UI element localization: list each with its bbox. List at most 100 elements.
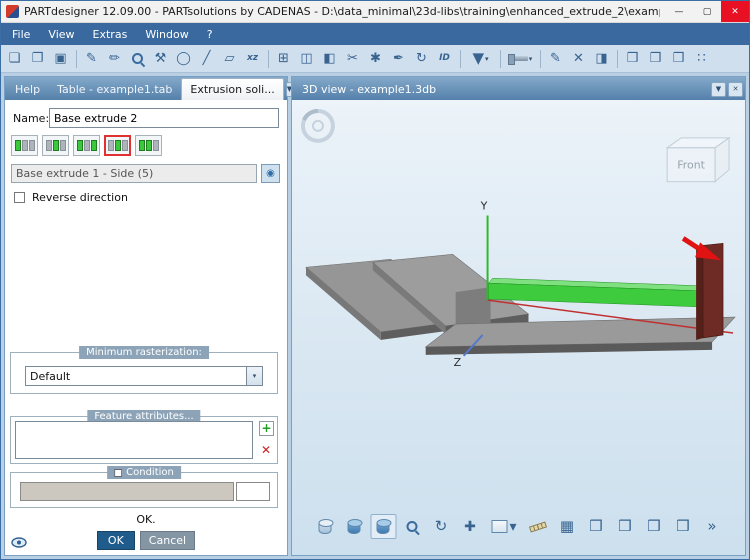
cube-icon-2: ❒	[676, 519, 689, 534]
ok-button[interactable]: OK	[97, 531, 135, 550]
chevron-down-icon[interactable]: ▾	[246, 367, 262, 385]
menu-bar: File View Extras Window ?	[1, 23, 749, 45]
maximize-button[interactable]: ▢	[693, 1, 721, 22]
right-tab-bar: 3D view - example1.3db ▼ ✕	[292, 77, 745, 100]
extrude-mode-4-button[interactable]	[104, 135, 131, 156]
zoom-selection-button[interactable]	[127, 47, 149, 70]
plane-xz-button[interactable]: xz	[242, 47, 264, 70]
tab-extrusion-solid[interactable]: Extrusion soli...	[181, 78, 283, 100]
pick-reference-button[interactable]: ◉	[261, 164, 280, 183]
pin-tool-button[interactable]: ✒	[388, 47, 410, 70]
extrude-mode-5-button[interactable]	[135, 135, 162, 156]
rotate-tool-button[interactable]: ↻	[411, 47, 433, 70]
left-tab-bar: Help Table - example1.tab Extrusion soli…	[5, 77, 287, 100]
dimension-window-button[interactable]: ◫	[296, 47, 318, 70]
save-icon: ▣	[54, 52, 66, 65]
add-attribute-button[interactable]: +	[259, 421, 274, 436]
attribute-window-button[interactable]: ◧	[319, 47, 341, 70]
delete-x-icon: ✕	[573, 52, 584, 65]
menu-window[interactable]: Window	[136, 23, 197, 45]
preview-eye-icon[interactable]	[11, 537, 27, 548]
iso-view-button[interactable]: ❒	[670, 514, 696, 539]
pan-view-button[interactable]: ✚	[457, 514, 483, 539]
cancel-button[interactable]: Cancel	[140, 531, 195, 550]
feature-attributes-input[interactable]	[15, 421, 253, 459]
cut-tool-button[interactable]: ✂	[342, 47, 364, 70]
cube-blue-icon: ❒	[650, 52, 662, 65]
pen-icon: ✒	[393, 52, 404, 65]
confirm-window-button[interactable]: ◨	[591, 47, 613, 70]
sketch-plane-button[interactable]: ▱	[219, 47, 241, 70]
box-blue-button[interactable]: ❒	[612, 514, 638, 539]
validation-status: OK.	[5, 513, 287, 526]
id-tool-button[interactable]: ID	[434, 47, 456, 70]
view-cube[interactable]: Front	[667, 138, 729, 182]
tools-button[interactable]: ⚒	[150, 47, 172, 70]
annotation-button[interactable]: ✱	[365, 47, 387, 70]
view3d-menu-button[interactable]: ▼	[711, 82, 726, 97]
condition-value-field[interactable]	[236, 482, 270, 501]
dots-grid-icon: ∷	[697, 52, 705, 65]
grid-points-button[interactable]: ∷	[691, 47, 713, 70]
edit-sketch-button[interactable]: ✎	[81, 47, 103, 70]
min-rasterization-combobox[interactable]: Default ▾	[25, 366, 263, 386]
extrude-mode-2-button[interactable]	[42, 135, 69, 156]
menu-extras[interactable]: Extras	[84, 23, 137, 45]
tab-table-example1[interactable]: Table - example1.tab	[49, 78, 180, 100]
window-icon: ◫	[300, 52, 312, 65]
magnifier-icon	[405, 520, 419, 534]
direction-dropdown-button[interactable]: ▼▾	[465, 47, 496, 70]
wireframe-view-button[interactable]: ❒	[668, 47, 690, 70]
new-document-button[interactable]: ❏	[4, 47, 26, 70]
condition-checkbox[interactable]	[114, 469, 122, 477]
section-view-button[interactable]: ❒	[641, 514, 667, 539]
view3d-close-button[interactable]: ✕	[728, 82, 743, 97]
tab-3d-view[interactable]: 3D view - example1.3db	[294, 78, 444, 100]
sketch-circle-button[interactable]: ◯	[173, 47, 195, 70]
scissors-icon: ✂	[347, 52, 358, 65]
menu-file[interactable]: File	[3, 23, 39, 45]
pan-cross-icon: ✚	[464, 520, 476, 534]
delete-feature-button[interactable]: ✕	[568, 47, 590, 70]
thread-tool-button[interactable]: ▾	[505, 47, 536, 70]
edit-variables-button[interactable]: ✏	[104, 47, 126, 70]
tab-help[interactable]: Help	[7, 78, 48, 100]
cylinder-view-3-button[interactable]	[370, 514, 396, 539]
more-views-button[interactable]: »	[699, 514, 725, 539]
name-input[interactable]	[49, 108, 279, 128]
toolbar-separator	[76, 50, 77, 68]
zoom-view-button[interactable]	[399, 514, 425, 539]
close-button[interactable]: ✕	[721, 1, 749, 22]
orbit-compass-icon	[303, 111, 333, 141]
menu-view[interactable]: View	[39, 23, 83, 45]
condition-input-disabled	[20, 482, 234, 501]
minimize-button[interactable]: —	[665, 1, 693, 22]
box-orange-button[interactable]: ❒	[583, 514, 609, 539]
extrude-glyph-block	[15, 140, 21, 151]
save-button[interactable]: ▣	[50, 47, 72, 70]
box-orange-icon: ❒	[589, 519, 602, 534]
measure-button[interactable]	[525, 514, 551, 539]
solid-view-button[interactable]: ❒	[622, 47, 644, 70]
edit-feature-button[interactable]: ✎	[545, 47, 567, 70]
table-editor-button[interactable]: ⊞	[273, 47, 295, 70]
toolbar-separator	[617, 50, 618, 68]
cylinder-view-2-button[interactable]	[341, 514, 367, 539]
cylinder-view-1-button[interactable]	[312, 514, 338, 539]
3d-viewport[interactable]: Front	[292, 100, 745, 555]
table-icon: ⊞	[278, 52, 289, 65]
orbit-icon: ↻	[435, 519, 448, 534]
menu-help[interactable]: ?	[198, 23, 222, 45]
sketch-line-button[interactable]: ╱	[196, 47, 218, 70]
remove-attribute-button[interactable]: ✕	[259, 443, 273, 457]
extrude-mode-1-button[interactable]	[11, 135, 38, 156]
orbit-view-button[interactable]: ↻	[428, 514, 454, 539]
extrude-mode-3-button[interactable]	[73, 135, 100, 156]
extrude-glyph-block	[53, 140, 59, 151]
reverse-direction-checkbox[interactable]	[14, 192, 25, 203]
open-project-button[interactable]: ❐	[27, 47, 49, 70]
mesh-view-button[interactable]: ▦	[554, 514, 580, 539]
extrude-glyph-block	[146, 140, 152, 151]
input-mode-button[interactable]: ▾	[486, 514, 522, 539]
shaded-view-button[interactable]: ❒	[645, 47, 667, 70]
